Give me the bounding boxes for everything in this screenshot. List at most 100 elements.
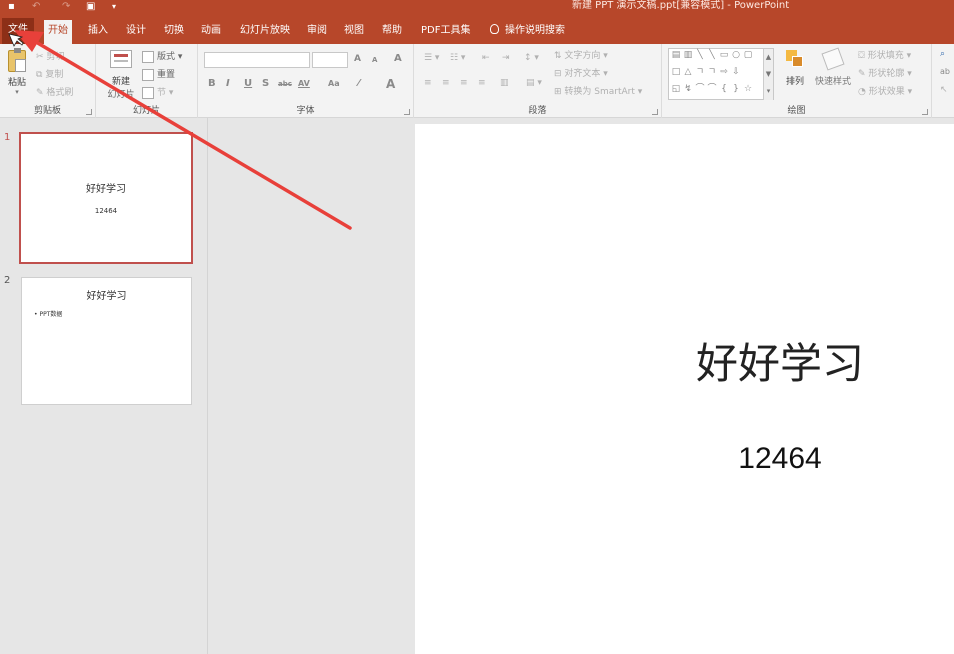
paste-button[interactable]: 粘贴 ▾ (4, 48, 30, 96)
paragraph-launcher[interactable] (652, 109, 658, 115)
elbow-connector-shape-icon[interactable]: ㄱ (695, 68, 705, 77)
text-direction-button[interactable]: ⇅ 文字方向 ▾ (554, 48, 608, 61)
right-arrow-shape-icon[interactable]: ⇨ (719, 68, 729, 77)
align-center-icon[interactable]: ≡ (442, 78, 450, 88)
select-icon[interactable]: ↖ (940, 85, 948, 95)
tell-me-search[interactable]: 操作说明搜索 (486, 20, 569, 44)
callout-shape-icon[interactable]: ◱ (671, 85, 681, 94)
bullets-icon[interactable]: ☰ ▾ (424, 53, 439, 63)
tab-file[interactable]: 文件 (2, 18, 34, 44)
font-launcher[interactable] (404, 109, 410, 115)
decrease-indent-icon[interactable]: ⇤ (482, 53, 490, 63)
square-shape-icon[interactable]: □ (671, 68, 681, 77)
smartart-button[interactable]: ⊞ 转换为 SmartArt ▾ (554, 84, 642, 97)
gallery-up-icon[interactable]: ▲ (763, 49, 773, 66)
undo-icon[interactable]: ↶ (32, 1, 40, 13)
align-text-button[interactable]: ⊟ 对齐文本 ▾ (554, 66, 608, 79)
strikethrough-button[interactable]: abc (278, 80, 292, 88)
slide-title[interactable]: 好好学习 (415, 330, 954, 391)
tab-slideshow[interactable]: 幻灯片放映 (236, 20, 294, 44)
tab-insert[interactable]: 插入 (84, 20, 112, 44)
left-brace-shape-icon[interactable]: { (719, 85, 729, 94)
tab-design[interactable]: 设计 (122, 20, 150, 44)
char-spacing-button[interactable]: AV (298, 79, 310, 88)
drawing-launcher[interactable] (922, 109, 928, 115)
gallery-down-icon[interactable]: ▼ (763, 66, 773, 83)
triangle-shape-icon[interactable]: △ (683, 68, 693, 77)
gallery-more-icon[interactable]: ▾ (763, 83, 773, 100)
tab-animations[interactable]: 动画 (197, 20, 225, 44)
shrink-font-button[interactable]: A (372, 56, 377, 64)
columns-icon[interactable]: ▥ (500, 78, 509, 88)
group-paragraph: ☰ ▾ ☷ ▾ ⇤ ⇥ ↕ ▾ ≡ ≡ ≡ ≡ ▥ ▤ ▾ ⇅ 文字方向 ▾ ⊟… (414, 44, 662, 118)
arrange-label: 排列 (785, 77, 804, 87)
italic-button[interactable]: I (226, 78, 230, 89)
rounded-rect-shape-icon[interactable]: ▢ (743, 51, 753, 60)
highlight-icon[interactable]: ⁄ (358, 78, 360, 89)
layout-button[interactable]: 版式 ▾ (142, 49, 182, 63)
tab-transitions[interactable]: 切换 (160, 20, 188, 44)
tab-help[interactable]: 帮助 (378, 20, 406, 44)
connector-shape-icon[interactable]: ㄱ (707, 68, 717, 77)
line-spacing-icon[interactable]: ↕ ▾ (524, 53, 539, 63)
redo-icon[interactable]: ↷ (62, 1, 70, 13)
font-size-combo[interactable] (312, 52, 348, 68)
bold-button[interactable]: B (208, 78, 216, 89)
right-brace-shape-icon[interactable]: } (731, 85, 741, 94)
slide-subtitle[interactable]: 12464 (415, 442, 954, 476)
oval-shape-icon[interactable]: ○ (731, 51, 741, 60)
arc-shape-icon[interactable]: ⌒ (695, 85, 705, 94)
find-icon[interactable]: ⌕ (940, 49, 945, 59)
underline-button[interactable]: U (244, 78, 252, 89)
tab-view[interactable]: 视图 (340, 20, 368, 44)
grow-font-button[interactable]: A (354, 54, 361, 64)
down-arrow-shape-icon[interactable]: ⇩ (731, 68, 741, 77)
new-slide-label: 新建 (111, 77, 130, 87)
customize-icon[interactable]: ▾ (112, 1, 116, 13)
reset-button[interactable]: 重置 (142, 67, 175, 81)
font-color-button[interactable]: A (386, 77, 395, 91)
change-case-button[interactable]: Aa (328, 79, 340, 88)
textbox-shape-icon[interactable]: ▤ (671, 51, 681, 60)
thumb-1-title: 好好学习 (86, 184, 126, 195)
numbering-icon[interactable]: ☷ ▾ (450, 53, 465, 63)
copy-button[interactable]: ⧉ 复制 (36, 67, 63, 80)
justify-icon[interactable]: ≡ (478, 78, 486, 88)
quick-styles-button[interactable]: 快速样式 (812, 47, 854, 87)
freeform-shape-icon[interactable]: ⌒ (707, 85, 717, 94)
section-button[interactable]: 节 ▾ (142, 85, 173, 99)
clipboard-launcher[interactable] (86, 109, 92, 115)
copy-icon: ⧉ (36, 70, 43, 80)
format-painter-button[interactable]: ✎ 格式刷 (36, 85, 73, 98)
shape-fill-button[interactable]: ⛋ 形状填充 ▾ (858, 48, 911, 61)
increase-indent-icon[interactable]: ⇥ (502, 53, 510, 63)
new-slide-button[interactable]: 新建 幻灯片 (104, 50, 138, 100)
shape-effects-button[interactable]: ◔ 形状效果 ▾ (858, 84, 912, 97)
font-name-combo[interactable] (204, 52, 310, 68)
tab-pdf-tools[interactable]: PDF工具集 (417, 20, 474, 44)
tab-review[interactable]: 审阅 (303, 20, 331, 44)
vertical-textbox-shape-icon[interactable]: ▥ (683, 51, 693, 60)
arrange-button[interactable]: 排列 (782, 50, 808, 87)
cut-button[interactable]: ✂ 剪切 (36, 49, 64, 62)
curve-shape-icon[interactable]: ↯ (683, 85, 693, 94)
align-left-icon[interactable]: ≡ (424, 78, 432, 88)
rectangle-shape-icon[interactable]: ▭ (719, 51, 729, 60)
title-bar: ▪ ↶ ↷ ▣ ▾ 新建 PPT 演示文稿.ppt[兼容模式] - PowerP… (0, 0, 954, 14)
clear-format-button[interactable]: A (394, 53, 402, 64)
save-icon[interactable]: ▪ (8, 1, 15, 13)
columns-menu-icon[interactable]: ▤ ▾ (526, 78, 542, 88)
line-shape-icon[interactable]: ╲ (695, 51, 705, 60)
slide-thumbnail-1[interactable]: 好好学习 12464 (19, 132, 193, 264)
shapes-gallery[interactable]: ▤ ▥ ╲ ╲ ▭ ○ ▢ □ △ ㄱ ㄱ ⇨ ⇩ ◱ ↯ ⌒ ⌒ { } ☆ … (668, 48, 774, 100)
shadow-button[interactable]: S (262, 78, 269, 89)
tab-home[interactable]: 开始 (44, 20, 72, 44)
arrow-line-shape-icon[interactable]: ╲ (707, 51, 717, 60)
slide-canvas[interactable]: 好好学习 12464 (415, 124, 954, 654)
present-icon[interactable]: ▣ (86, 1, 95, 13)
shape-outline-button[interactable]: ✎ 形状轮廓 ▾ (858, 66, 912, 79)
slide-thumbnail-2[interactable]: 好好学习 • PPT数据 (21, 277, 192, 405)
replace-icon[interactable]: ab (940, 67, 950, 76)
align-right-icon[interactable]: ≡ (460, 78, 468, 88)
star-shape-icon[interactable]: ☆ (743, 85, 753, 94)
